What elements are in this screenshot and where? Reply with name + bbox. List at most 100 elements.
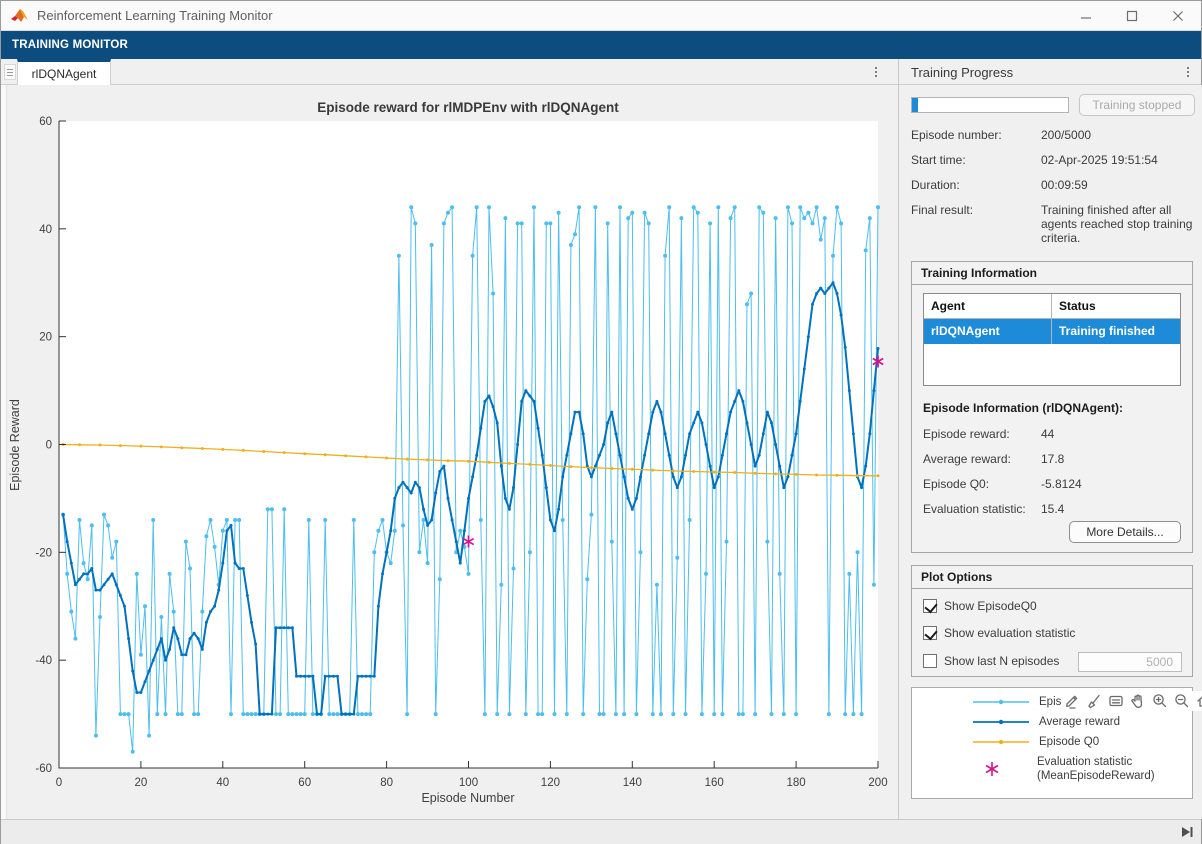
checkbox-icon[interactable] [923,654,937,668]
brush-button[interactable] [1083,691,1105,711]
pan-icon [1129,692,1147,710]
application-window: Reinforcement Learning Training Monitor … [0,0,1202,844]
svg-text:-40: -40 [35,655,52,667]
svg-text:200: 200 [868,777,887,789]
legend-label: Episode Q0 [1039,736,1099,748]
table-header-status[interactable]: Status [1052,294,1180,318]
zoom-out-button[interactable] [1171,691,1193,711]
export-icon [1063,692,1081,710]
legend-entry-episode-q0[interactable]: Episode Q0 [971,735,1099,749]
restore-view-icon [1195,692,1202,710]
average-reward-row: Average reward: 17.8 [923,452,1183,466]
zoom-in-button[interactable] [1149,691,1171,711]
tab-drag-handle-icon[interactable] [4,64,16,80]
agents-table-header: Agent Status [924,294,1180,319]
legend-entry-average-reward[interactable]: Average reward [971,715,1120,729]
svg-text:60: 60 [39,116,52,128]
zoom-out-icon [1173,692,1191,710]
legend-label: Evaluation statistic (MeanEpisodeReward) [1037,755,1155,784]
svg-text:20: 20 [39,332,52,344]
svg-text:140: 140 [623,777,642,789]
panel-title: Training Progress [911,59,1013,85]
datatips-button[interactable] [1105,691,1127,711]
plot-options-title: Plot Options [912,566,1192,589]
episode-number-row: Episode number: 200/5000 [911,128,1195,142]
evaluation-statistic-value: 15.4 [1041,502,1064,516]
bottom-scrollbar-strip[interactable] [1,819,1201,844]
checkbox-icon[interactable] [923,599,937,613]
average-reward-label: Average reward: [923,452,1041,466]
start-time-label: Start time: [911,153,1041,167]
evaluation-statistic-label: Evaluation statistic: [923,502,1041,516]
episode-number-value: 200/5000 [1041,128,1193,142]
export-button[interactable] [1061,691,1083,711]
chart-area: Episode reward for rlMDPEnv with rlDQNAg… [1,85,898,819]
tab-rldqnagent[interactable]: rlDQNAgent [17,59,111,85]
svg-text:120: 120 [541,777,560,789]
evaluation-statistic-asterisk-icon [983,759,1001,779]
checkbox-label: Show last N episodes [944,654,1059,668]
agent-table-row[interactable]: rlDQNAgent Training finished [924,319,1180,344]
close-icon [1172,10,1184,22]
minimize-button[interactable] [1063,1,1109,31]
average-reward-swatch-icon [971,715,1031,729]
agents-table: Agent Status rlDQNAgent Training finishe… [923,293,1181,386]
checkbox-icon[interactable] [923,626,937,640]
episode-reward-label: Episode reward: [923,427,1041,441]
checkbox-show-episodeq0[interactable]: Show EpisodeQ0 [923,599,1037,613]
episode-number-label: Episode number: [911,128,1041,142]
restore-view-button[interactable] [1193,691,1202,711]
plot-options-panel: Plot Options Show EpisodeQ0 Show evaluat… [911,565,1193,677]
window-title: Reinforcement Learning Training Monitor [37,8,273,23]
svg-text:-60: -60 [35,763,52,775]
matlab-logo-icon [11,8,29,24]
table-header-agent[interactable]: Agent [924,294,1052,318]
svg-text:-20: -20 [35,547,52,559]
checkbox-show-evaluation-statistic[interactable]: Show evaluation statistic [923,626,1075,640]
svg-text:40: 40 [39,224,52,236]
zoom-in-icon [1151,692,1169,710]
svg-text:60: 60 [298,777,311,789]
training-information-panel: Training Information Agent Status rlDQNA… [911,261,1193,553]
training-progress-panel: Training stopped Episode number: 200/500… [899,85,1202,819]
duration-value: 00:09:59 [1041,178,1193,192]
reward-plot[interactable]: Episode reward for rlMDPEnv with rlDQNAg… [1,85,898,819]
more-details-button[interactable]: More Details... [1069,521,1181,543]
training-information-title: Training Information [912,262,1192,285]
svg-text:0: 0 [46,440,52,452]
average-reward-value: 17.8 [1041,452,1064,466]
svg-text:0: 0 [56,777,62,789]
episode-information-title: Episode Information (rlDQNAgent): [923,401,1123,415]
checkbox-label: Show evaluation statistic [944,626,1075,640]
panel-menu-button[interactable] [1179,62,1197,82]
episode-q0-label: Episode Q0: [923,477,1041,491]
svg-text:20: 20 [135,777,148,789]
ribbon-tab-training-monitor[interactable]: TRAINING MONITOR [1,31,139,59]
ribbon: TRAINING MONITOR [1,31,1201,59]
maximize-icon [1126,10,1138,22]
progress-bar [911,97,1069,113]
final-result-row: Final result: Training finished after al… [911,203,1195,245]
axes-toolbar [1061,691,1202,711]
tab-strip: rlDQNAgent Training Progress [1,59,1201,85]
svg-text:180: 180 [787,777,806,789]
maximize-button[interactable] [1109,1,1155,31]
start-time-row: Start time: 02-Apr-2025 19:51:54 [911,153,1195,167]
agent-name-cell: rlDQNAgent [924,319,1052,344]
svg-text:160: 160 [705,777,724,789]
tab-overflow-menu-button[interactable] [867,62,885,82]
duration-label: Duration: [911,178,1041,192]
training-stopped-button[interactable]: Training stopped [1079,94,1195,116]
duration-row: Duration: 00:09:59 [911,178,1195,192]
datatips-icon [1107,692,1125,710]
svg-text:80: 80 [380,777,393,789]
episode-q0-value: -5.8124 [1041,477,1082,491]
pan-button[interactable] [1127,691,1149,711]
n-episodes-input[interactable] [1078,652,1182,672]
expand-right-icon[interactable] [1179,824,1195,840]
checkbox-show-last-n-episodes[interactable]: Show last N episodes [923,654,1059,668]
legend-entry-evaluation-statistic[interactable]: Evaluation statistic (MeanEpisodeReward) [983,755,1155,784]
episode-reward-swatch-icon [971,695,1031,709]
close-button[interactable] [1155,1,1201,31]
window-titlebar: Reinforcement Learning Training Monitor [1,1,1201,31]
